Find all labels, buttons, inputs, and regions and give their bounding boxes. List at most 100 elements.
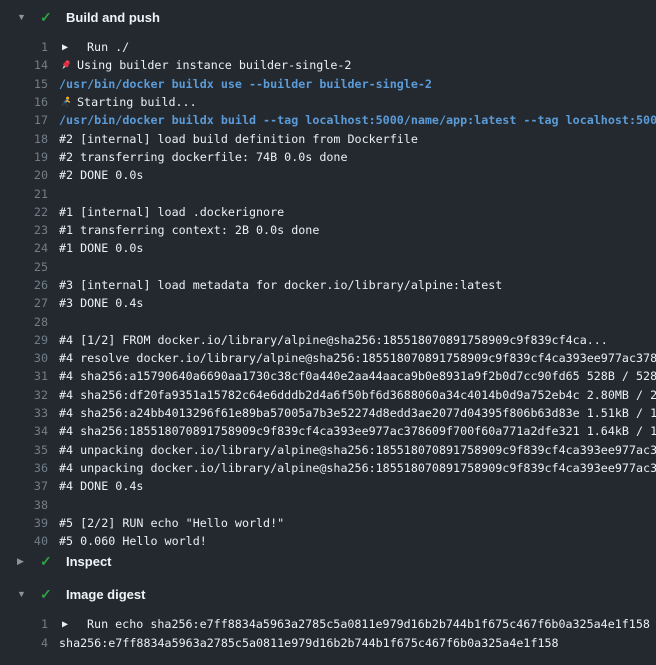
log-line: 35 #4 unpacking docker.io/library/alpine@…	[0, 441, 656, 459]
log-text: #3 [internal] load metadata for docker.i…	[59, 278, 502, 292]
log-text: #3 DONE 0.4s	[59, 296, 143, 310]
section-header-build-and-push[interactable]: ▼ ✓ Build and push	[0, 7, 656, 27]
log-lines-image-digest: 1 ▶Run echo sha256:e7ff8834a5963a2785c5a0…	[0, 604, 656, 652]
line-number[interactable]: 1	[0, 40, 48, 54]
log-text: #2 transferring dockerfile: 74B 0.0s don…	[59, 150, 348, 164]
log-text-content: #4 unpacking docker.io/library/alpine@sh…	[59, 443, 656, 457]
success-check-icon: ✓	[40, 10, 53, 24]
log-line: 19 #2 transferring dockerfile: 74B 0.0s d…	[0, 148, 656, 166]
log-text-content: #4 [1/2] FROM docker.io/library/alpine@s…	[59, 333, 608, 347]
log-line: 33#4 sha256:a24bb4013296f61e89ba57005a7b…	[0, 404, 656, 422]
log-line: 22#1 [internal] load .dockerignore	[0, 203, 656, 221]
log-line: 37 #4 DONE 0.4s	[0, 477, 656, 495]
line-number[interactable]: 31	[0, 369, 48, 383]
line-number[interactable]: 28	[0, 315, 48, 329]
log-text: #4 unpacking docker.io/library/alpine@sh…	[59, 461, 656, 475]
line-number[interactable]: 37	[0, 479, 48, 493]
log-text: #4 [1/2] FROM docker.io/library/alpine@s…	[59, 333, 608, 347]
log-line: 17/usr/bin/docker buildx build --tag loc…	[0, 111, 656, 129]
line-number[interactable]: 22	[0, 205, 48, 219]
line-number[interactable]: 16	[0, 95, 48, 109]
line-number[interactable]: 20	[0, 168, 48, 182]
line-number[interactable]: 27	[0, 296, 48, 310]
log-line: 4 sha256:e7ff8834a5963a2785c5a0811e979d16…	[0, 634, 656, 652]
log-text: #1 DONE 0.0s	[59, 241, 143, 255]
chevron-down-icon[interactable]: ▼	[17, 590, 29, 599]
log-line: 16 Starting build...	[0, 93, 656, 111]
log-line: 40 #5 0.060 Hello world!	[0, 532, 656, 550]
log-text: #4 unpacking docker.io/library/alpine@sh…	[59, 443, 656, 457]
log-text-content: #4 resolve docker.io/library/alpine@sha2…	[59, 351, 656, 365]
line-number[interactable]: 18	[0, 132, 48, 146]
log-line: 30 #4 resolve docker.io/library/alpine@sh…	[0, 349, 656, 367]
log-line: 14 Using builder instance builder-single-…	[0, 56, 656, 74]
section-title: Inspect	[66, 554, 112, 569]
line-number[interactable]: 29	[0, 333, 48, 347]
log-text-content: #2 transferring dockerfile: 74B 0.0s don…	[59, 150, 348, 164]
log-text-content: #5 0.060 Hello world!	[59, 534, 207, 548]
pushpin-icon	[59, 59, 77, 72]
line-number[interactable]: 25	[0, 260, 48, 274]
line-number[interactable]: 21	[0, 187, 48, 201]
chevron-right-icon[interactable]: ▶	[17, 557, 29, 566]
line-number[interactable]: 4	[0, 636, 48, 650]
log-line: 31 #4 sha256:a15790640a6690aa1730c38cf0a4…	[0, 367, 656, 385]
log-text-content: Using builder instance builder-single-2	[77, 58, 351, 72]
line-number[interactable]: 39	[0, 516, 48, 530]
log-line: 25	[0, 258, 656, 276]
run-group-toggle-icon[interactable]: ▶	[59, 42, 87, 53]
log-line: 32 #4 sha256:df20fa9351a15782c64e6dddb2d4…	[0, 386, 656, 404]
log-text-content: #4 sha256:df20fa9351a15782c64e6dddb2d4a6…	[59, 388, 656, 402]
log-command-text: /usr/bin/docker buildx use --builder bui…	[59, 77, 432, 91]
section-title: Build and push	[66, 10, 160, 25]
line-number[interactable]: 34	[0, 424, 48, 438]
log-text: ▶Run echo sha256:e7ff8834a5963a2785c5a08…	[59, 617, 650, 631]
chevron-down-icon[interactable]: ▼	[17, 13, 29, 22]
log-text: #5 [2/2] RUN echo "Hello world!"	[59, 516, 284, 530]
line-number[interactable]: 38	[0, 498, 48, 512]
log-text-content: #3 [internal] load metadata for docker.i…	[59, 278, 502, 292]
log-text-content: sha256:e7ff8834a5963a2785c5a0811e979d16b…	[59, 636, 559, 650]
log-text: #4 DONE 0.4s	[59, 479, 143, 493]
line-number[interactable]: 23	[0, 223, 48, 237]
section-title: Image digest	[66, 587, 145, 602]
section-header-image-digest[interactable]: ▼ ✓ Image digest	[0, 584, 656, 604]
log-text: #2 [internal] load build definition from…	[59, 132, 418, 146]
log-text-content: #1 transferring context: 2B 0.0s done	[59, 223, 319, 237]
log-line: 29 #4 [1/2] FROM docker.io/library/alpine…	[0, 331, 656, 349]
log-text-content: #1 DONE 0.0s	[59, 241, 143, 255]
line-number[interactable]: 30	[0, 351, 48, 365]
line-number[interactable]: 19	[0, 150, 48, 164]
log-text-content: #2 DONE 0.0s	[59, 168, 143, 182]
log-line: 36 #4 unpacking docker.io/library/alpine@…	[0, 459, 656, 477]
line-number[interactable]: 35	[0, 443, 48, 457]
run-group-toggle-icon[interactable]: ▶	[59, 619, 87, 630]
log-text-content: #4 sha256:a15790640a6690aa1730c38cf0a440…	[59, 369, 656, 383]
log-text-content: /usr/bin/docker buildx build --tag local…	[59, 113, 656, 127]
line-number[interactable]: 14	[0, 58, 48, 72]
log-text-content: #4 DONE 0.4s	[59, 479, 143, 493]
log-line: 20 #2 DONE 0.0s	[0, 166, 656, 184]
log-line: 15/usr/bin/docker buildx use --builder b…	[0, 75, 656, 93]
runner-icon	[59, 96, 77, 109]
log-line: 23 #1 transferring context: 2B 0.0s done	[0, 221, 656, 239]
line-number[interactable]: 40	[0, 534, 48, 548]
log-text: #2 DONE 0.0s	[59, 168, 143, 182]
line-number[interactable]: 1	[0, 617, 48, 631]
line-number[interactable]: 24	[0, 241, 48, 255]
success-check-icon: ✓	[40, 587, 53, 601]
line-number[interactable]: 26	[0, 278, 48, 292]
line-number[interactable]: 32	[0, 388, 48, 402]
log-line: 38	[0, 495, 656, 513]
log-text: Starting build...	[59, 95, 197, 109]
log-lines-build-and-push: 1▶Run ./14Using builder instance builder…	[0, 27, 656, 550]
section-header-inspect[interactable]: ▶ ✓ Inspect	[0, 551, 656, 571]
line-number[interactable]: 33	[0, 406, 48, 420]
success-check-icon: ✓	[40, 554, 53, 568]
line-number[interactable]: 17	[0, 113, 48, 127]
log-line: 24 #1 DONE 0.0s	[0, 239, 656, 257]
line-number[interactable]: 36	[0, 461, 48, 475]
log-text: #4 sha256:df20fa9351a15782c64e6dddb2d4a6…	[59, 388, 656, 402]
line-number[interactable]: 15	[0, 77, 48, 91]
log-text: #1 transferring context: 2B 0.0s done	[59, 223, 319, 237]
